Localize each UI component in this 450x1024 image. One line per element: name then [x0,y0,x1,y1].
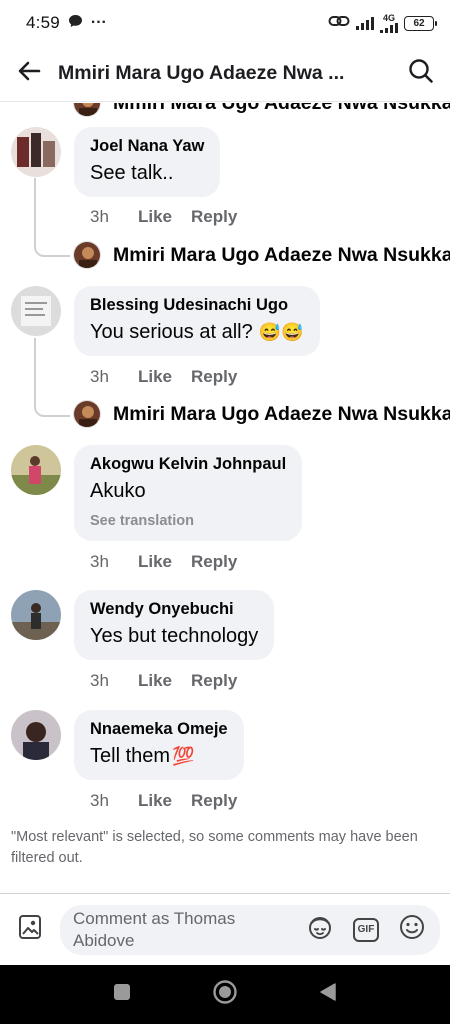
comment-bubble[interactable]: Wendy Onyebuchi Yes but technology [74,590,275,660]
reply-author: Mmiri Mara Ugo Adaeze Nwa Nsukka [113,402,450,425]
comment-text: You serious at all? 😅😅 [90,321,304,344]
view-reply-row[interactable]: Mmiri Mara Ugo Adaeze Nwa Nsukka [73,400,450,428]
emoji-button[interactable] [394,912,430,948]
back-button[interactable] [0,46,58,102]
thread-line [34,338,36,406]
avatar[interactable] [11,286,61,336]
reply-button[interactable]: Reply [191,791,237,811]
triangle-back-icon [319,982,337,1007]
comment-body: Yes but technology [90,625,259,647]
comment-body: See talk.. [90,162,174,184]
header: Mmiri Mara Ugo Adaeze Nwa ... [0,46,450,102]
comment-list: Mmiri Mara Ugo Adaeze Nwa Nsukka Joel Na… [0,103,450,891]
comment-actions: 3h Like Reply [90,367,237,387]
thread-hook [34,403,70,417]
comment-text: See talk.. [90,162,204,185]
avatar[interactable] [11,445,61,495]
page-title: Mmiri Mara Ugo Adaeze Nwa ... [58,62,345,84]
comment-actions: 3h Like Reply [90,671,237,691]
avatar [73,400,101,428]
status-bar: 4:59 ··· 4G 62 [0,0,450,46]
comment-time: 3h [90,791,109,810]
thread-line [34,178,36,246]
status-time: 4:59 [26,13,60,32]
square-icon [113,983,131,1006]
comment-text: Tell them 💯 [90,745,228,768]
grinning-sweat-emoji: 😅😅 [258,322,304,342]
comment-author[interactable]: Blessing Udesinachi Ugo [90,296,304,315]
reply-button[interactable]: Reply [191,367,237,387]
gif-icon: GIF [353,917,379,942]
recents-button[interactable] [92,965,152,1024]
search-icon [408,58,434,89]
reply-button[interactable]: Reply [191,671,237,691]
comment-bubble[interactable]: Akogwu Kelvin Johnpaul Akuko See transla… [74,445,303,541]
comment-text: Akuko [90,480,286,503]
reply-button[interactable]: Reply [191,207,237,227]
reply-preview-partial[interactable]: Mmiri Mara Ugo Adaeze Nwa Nsukka [73,103,450,117]
chat-bubble-icon [68,14,83,33]
reply-author: Mmiri Mara Ugo Adaeze Nwa Nsukka [113,103,450,115]
avatar [73,241,101,269]
avatar-sticker-button[interactable] [302,912,338,948]
more-dots: ··· [90,14,107,31]
battery-indicator: 62 [404,15,437,31]
filter-notice: "Most relevant" is selected, so some com… [11,829,418,866]
reply-button[interactable]: Reply [191,552,237,572]
like-button[interactable]: Like [138,207,191,227]
comment-author[interactable]: Nnaemeka Omeje [90,720,228,739]
signal-icon [356,16,374,30]
thread-hook [34,243,70,257]
home-button[interactable] [195,965,255,1024]
comment-composer: Comment as Thomas Abidove GIF [0,893,450,965]
comment-actions: 3h Like Reply [90,207,237,227]
comment-placeholder: Comment as Thomas Abidove [73,908,236,950]
network-type: 4G [382,12,395,23]
comment-author[interactable]: Wendy Onyebuchi [90,600,258,619]
comment-bubble[interactable]: Blessing Udesinachi Ugo You serious at a… [74,286,320,356]
comment-bubble[interactable]: Joel Nana Yaw See talk.. [74,127,221,197]
add-photo-button[interactable] [0,894,60,966]
comment-body: Akuko [90,480,146,502]
comment-time: 3h [90,367,109,386]
gif-button[interactable]: GIF [348,912,384,948]
image-icon [18,914,42,945]
comment-bubble[interactable]: Nnaemeka Omeje Tell them 💯 [74,710,244,780]
comment-author[interactable]: Akogwu Kelvin Johnpaul [90,455,286,474]
avatar[interactable] [11,127,61,177]
like-button[interactable]: Like [138,367,191,387]
nav-back-button[interactable] [298,965,358,1024]
hundred-points-emoji: 💯 [172,746,195,766]
smiley-icon [398,913,426,946]
signal-icon-2 [380,22,398,33]
like-button[interactable]: Like [138,671,191,691]
comment-author[interactable]: Joel Nana Yaw [90,137,204,156]
comment-body: You serious at all? [90,321,253,343]
view-reply-row[interactable]: Mmiri Mara Ugo Adaeze Nwa Nsukka [73,241,450,269]
arrow-left-icon [17,60,41,87]
circle-icon [212,979,238,1010]
comment-time: 3h [90,207,109,226]
comment-actions: 3h Like Reply [90,552,237,572]
avatar[interactable] [11,710,61,760]
system-nav-bar [0,965,450,1024]
comment-time: 3h [90,671,109,690]
reply-author: Mmiri Mara Ugo Adaeze Nwa Nsukka [113,243,450,266]
comment-time: 3h [90,552,109,571]
link-icon [328,14,350,33]
avatar-sticker-icon [306,913,334,946]
like-button[interactable]: Like [138,791,191,811]
comment-input[interactable]: Comment as Thomas Abidove GIF [60,904,440,955]
search-button[interactable] [392,46,450,102]
like-button[interactable]: Like [138,552,191,572]
avatar[interactable] [11,590,61,640]
see-translation-link[interactable]: See translation [90,513,286,529]
comment-actions: 3h Like Reply [90,791,237,811]
avatar [73,103,101,117]
comment-body: Tell them [90,745,171,767]
comment-text: Yes but technology [90,625,258,648]
